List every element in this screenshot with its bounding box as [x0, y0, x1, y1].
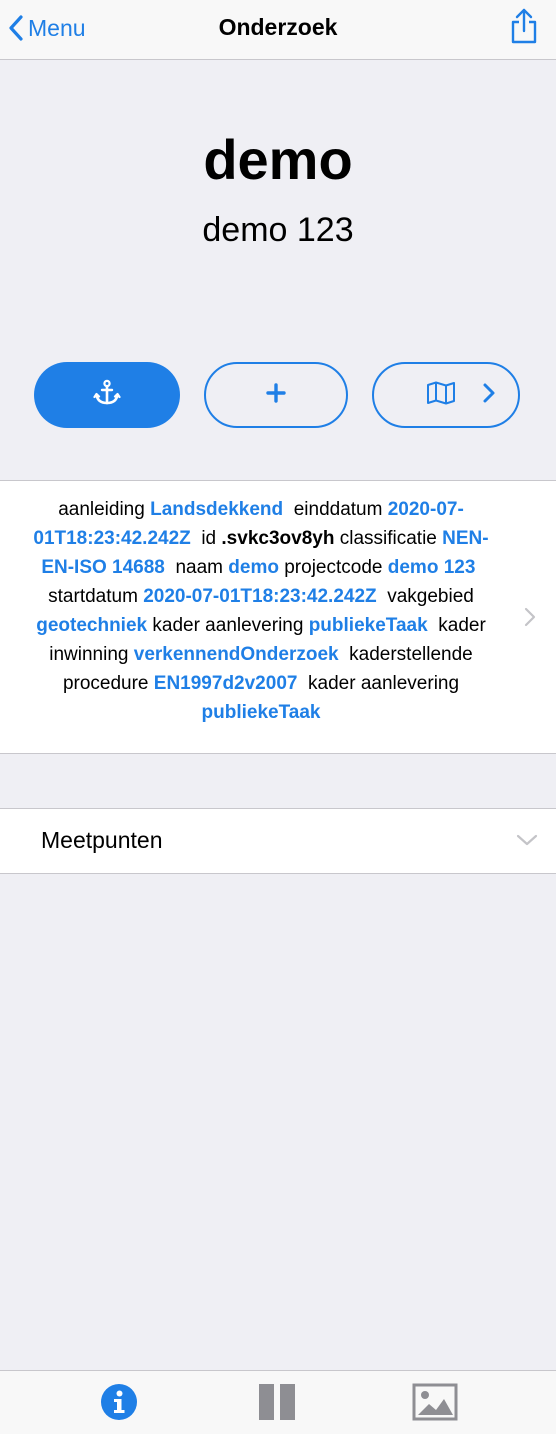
anchor-icon [93, 379, 121, 412]
project-code: demo 123 [202, 211, 354, 249]
project-details-cell[interactable]: aanleiding Landsdekkend einddatum 2020-0… [0, 480, 556, 754]
anchor-button[interactable] [34, 362, 180, 428]
detail-key: aanleiding [58, 499, 145, 520]
detail-value: Landsdekkend [150, 499, 284, 520]
project-header: demo demo 123 [0, 60, 556, 480]
chevron-right-icon [482, 382, 496, 409]
share-button[interactable] [506, 6, 542, 50]
detail-key: startdatum [48, 586, 138, 607]
add-button[interactable] [204, 362, 348, 428]
detail-value: 2020-07-01T18:23:42.242Z [143, 586, 377, 607]
back-button[interactable]: Menu [8, 10, 86, 46]
meetpunten-section[interactable]: Meetpunten [0, 808, 556, 874]
detail-key: naam [175, 557, 223, 578]
share-icon [509, 7, 539, 50]
detail-value: verkennendOnderzoek [133, 644, 339, 665]
tab-columns[interactable] [247, 1383, 307, 1425]
image-icon [412, 1383, 458, 1426]
detail-value: demo [228, 557, 279, 578]
navigation-bar: Menu Onderzoek [0, 0, 556, 60]
detail-key: projectcode [284, 557, 383, 578]
project-name: demo [203, 128, 353, 191]
detail-value: demo 123 [387, 557, 476, 578]
project-details-text: aanleiding Landsdekkend einddatum 2020-0… [18, 495, 504, 727]
detail-key: kader aanlevering [152, 615, 304, 636]
detail-key: kader aanlevering [308, 673, 460, 694]
chevron-left-icon [8, 14, 24, 42]
tab-info[interactable] [89, 1383, 149, 1425]
info-icon [100, 1383, 138, 1426]
detail-key: id [201, 528, 217, 549]
map-icon [426, 381, 456, 410]
tab-bar [0, 1370, 556, 1434]
plus-icon [265, 382, 287, 409]
chevron-right-icon [524, 607, 536, 632]
detail-value: .svkc3ov8yh [221, 528, 335, 549]
back-button-label: Menu [28, 14, 86, 41]
columns-icon [258, 1383, 296, 1426]
map-button[interactable] [372, 362, 520, 428]
detail-key: einddatum [293, 499, 383, 520]
detail-key: vakgebied [387, 586, 474, 607]
detail-key: classificatie [339, 528, 437, 549]
chevron-down-icon [516, 833, 538, 852]
detail-value: publiekeTaak [201, 702, 321, 723]
section-label: Meetpunten [41, 827, 163, 853]
tab-image[interactable] [405, 1383, 465, 1425]
detail-value: geotechniek [36, 615, 148, 636]
detail-value: publiekeTaak [308, 615, 428, 636]
detail-value: EN1997d2v2007 [153, 673, 298, 694]
